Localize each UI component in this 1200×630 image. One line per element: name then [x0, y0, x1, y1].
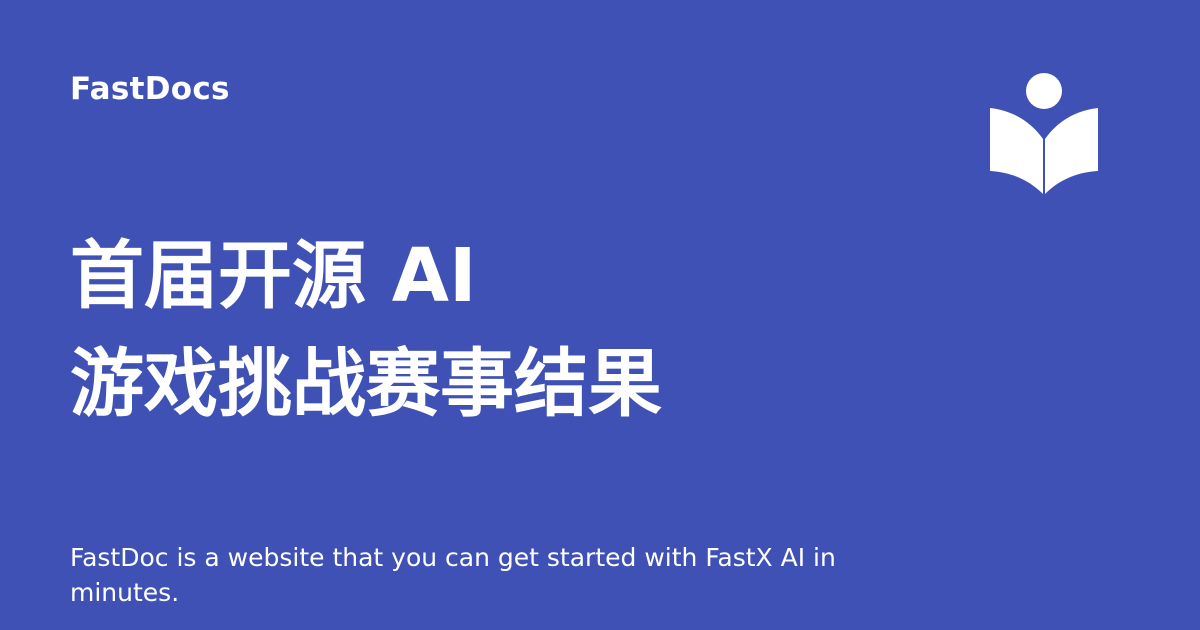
title-line-2: 游戏挑战赛事结果: [70, 340, 662, 427]
social-card: FastDocs 首届开源 AI 游戏挑战赛事结果 FastDoc is a w…: [0, 0, 1200, 630]
open-book-reader-icon: [988, 72, 1100, 196]
page-title: 首届开源 AI 游戏挑战赛事结果: [70, 222, 930, 438]
description-text: FastDoc is a website that you can get st…: [70, 543, 836, 607]
title-line-1: 首届开源 AI: [70, 232, 477, 319]
brand-name: FastDocs: [70, 71, 230, 107]
